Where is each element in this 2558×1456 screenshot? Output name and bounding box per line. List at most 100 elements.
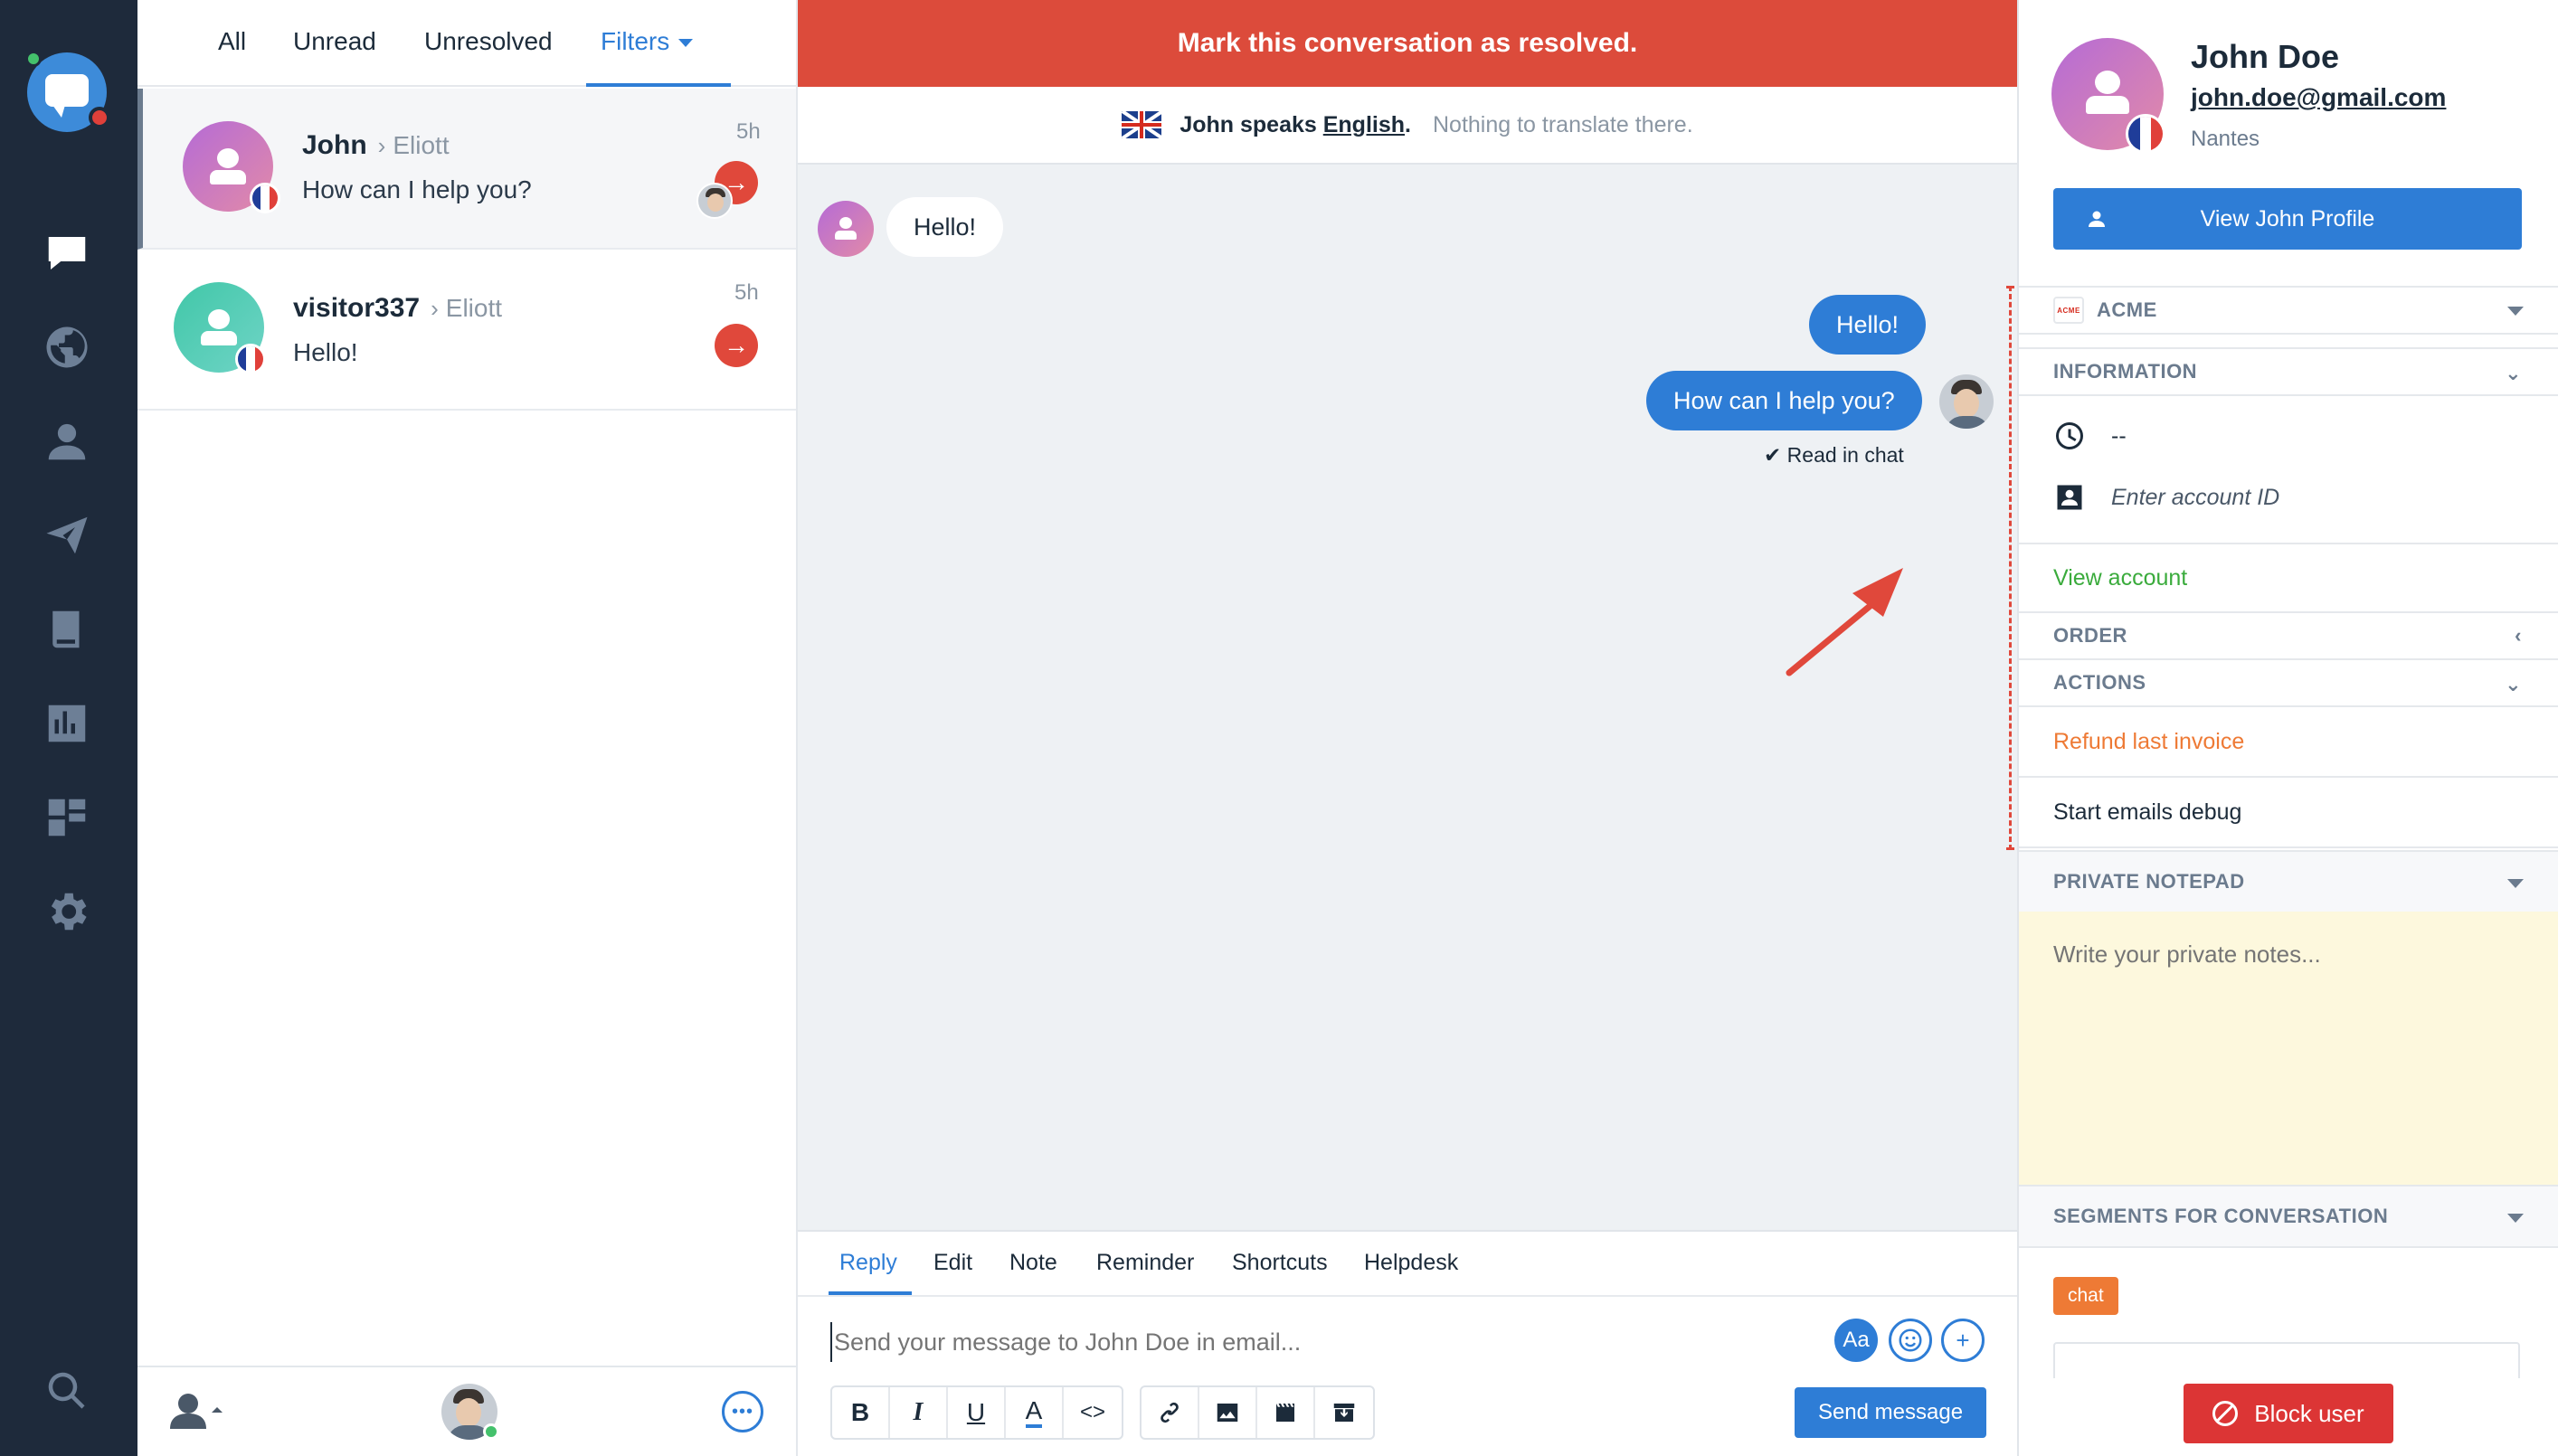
start-emails-debug-action[interactable]: Start emails debug [2019,778,2558,848]
contacts-icon[interactable] [38,412,96,470]
block-user-button[interactable]: Block user [2184,1384,2393,1443]
chat-logo-icon[interactable] [25,51,110,132]
tab-filters-label: Filters [601,27,670,55]
code-icon[interactable]: <> [1064,1387,1122,1438]
settings-icon[interactable] [38,883,96,941]
tab-helpdesk[interactable]: Helpdesk [1364,1250,1458,1276]
company-section-header[interactable]: ACME ACME [2019,286,2558,335]
conversation-item[interactable]: visitor337 › Eliott Hello! 5h → [137,250,796,411]
link-icon[interactable] [1142,1387,1199,1438]
chevron-right-icon: › [377,132,386,159]
tab-note[interactable]: Note [1009,1250,1057,1276]
account-card-icon [2057,485,2082,510]
actions-section-header[interactable]: ACTIONS ⌄ [2019,658,2558,707]
campaigns-icon[interactable] [38,506,96,564]
video-icon[interactable] [1257,1387,1315,1438]
emoji-icon[interactable] [1889,1319,1932,1362]
plus-icon[interactable]: + [1941,1319,1985,1362]
view-account-link[interactable]: View account [2019,543,2558,613]
conversation-list-footer: ••• [137,1366,796,1456]
arrow-right-icon[interactable]: → [715,324,758,367]
font-format-button[interactable]: Aa [1834,1319,1878,1362]
speaks-label: John speaks [1180,111,1317,137]
local-time-value: -- [2111,422,2127,449]
archive-icon[interactable] [1315,1387,1373,1438]
caret-down-icon [2507,307,2524,316]
resolve-conversation-button[interactable]: Mark this conversation as resolved. [798,0,2017,87]
language-link[interactable]: English [1323,112,1405,138]
tab-unresolved[interactable]: Unresolved [424,27,553,56]
profile-name: John Doe [2191,38,2340,75]
segment-input[interactable] [2053,1342,2520,1378]
availability-toggle[interactable] [168,1389,223,1432]
translation-bar: John speaks English. Nothing to translat… [798,87,2017,165]
chat-panel: Mark this conversation as resolved. John… [798,0,2017,1456]
section-title: ORDER [2053,624,2127,647]
analytics-icon[interactable] [38,695,96,752]
tab-shortcuts[interactable]: Shortcuts [1232,1250,1328,1276]
italic-icon[interactable]: I [890,1387,948,1438]
visitor-avatar [818,201,874,257]
tab-reminder[interactable]: Reminder [1096,1250,1194,1276]
france-flag-icon [235,344,266,374]
user-availability-icon [170,1394,223,1429]
annotation-bracket [2006,286,2012,850]
conversation-item[interactable]: John › Eliott How can I help you? 5h → [137,89,796,250]
globe-icon[interactable] [38,318,96,376]
divider [798,1295,2017,1297]
message-bubble-operator: Hello! [1809,295,1927,355]
tab-reply[interactable]: Reply [839,1250,897,1276]
caret-down-icon [678,39,694,48]
private-notes-input[interactable] [2019,912,2558,1185]
filter-tabs: All Unread Unresolved Filters [137,0,796,87]
refund-invoice-action[interactable]: Refund last invoice [2019,707,2558,778]
formatting-toolbar: B I U A <> [830,1385,1123,1440]
search-icon[interactable] [38,1362,96,1420]
tab-unread[interactable]: Unread [293,27,376,56]
profile-email[interactable]: john.doe@gmail.com [2191,83,2446,112]
visitor-name: John [302,130,367,160]
order-section-header[interactable]: ORDER ‹ [2019,611,2558,660]
conversation-header: visitor337 › Eliott [293,293,502,324]
knowledge-icon[interactable] [38,600,96,658]
message-input[interactable] [830,1322,1735,1362]
assigned-agent: Eliott [393,131,450,159]
assigned-agent: Eliott [445,294,503,322]
tab-filters[interactable]: Filters [601,27,694,56]
profile-panel: John Doe john.doe@gmail.com Nantes View … [2017,0,2558,1456]
conversation-time: 5h [734,280,759,305]
segments-section-header[interactable]: SEGMENTS FOR CONVERSATION [2019,1185,2558,1248]
user-icon [2089,211,2105,227]
online-status-dot [483,1423,499,1440]
account-id-row[interactable]: Enter account ID [2053,481,2279,514]
plugins-icon[interactable] [38,789,96,846]
underline-icon[interactable]: U [948,1387,1006,1438]
more-options-icon[interactable]: ••• [722,1391,763,1432]
private-notepad-header[interactable]: PRIVATE NOTEPAD [2019,850,2558,913]
view-profile-button[interactable]: View John Profile [2053,188,2522,250]
inbox-icon[interactable] [38,224,96,282]
account-id-placeholder: Enter account ID [2111,484,2280,510]
chevron-left-icon: ‹ [2515,624,2522,647]
chevron-down-icon: ⌄ [2505,362,2522,384]
segment-tag[interactable]: chat [2053,1277,2118,1315]
chevron-down-icon: ⌄ [2505,673,2522,695]
send-message-button[interactable]: Send message [1795,1387,1986,1438]
tab-edit[interactable]: Edit [933,1250,972,1276]
caret-down-icon [2507,879,2524,888]
company-name: ACME [2097,298,2157,321]
message-composer: Reply Edit Note Reminder Shortcuts Helpd… [798,1230,2017,1456]
speaks-punct: . [1405,111,1411,137]
tab-all[interactable]: All [218,27,246,56]
visitor-name: visitor337 [293,293,421,323]
information-section-header[interactable]: INFORMATION ⌄ [2019,347,2558,396]
uk-flag-icon [1122,111,1162,138]
section-title: INFORMATION [2053,360,2198,383]
bold-icon[interactable]: B [832,1387,890,1438]
text-color-icon[interactable]: A [1006,1387,1064,1438]
message-bubble-visitor: Hello! [886,197,1004,257]
section-title: ACTIONS [2053,671,2146,694]
active-tab-indicator [586,83,731,87]
image-icon[interactable] [1199,1387,1257,1438]
chevron-right-icon: › [431,295,439,322]
